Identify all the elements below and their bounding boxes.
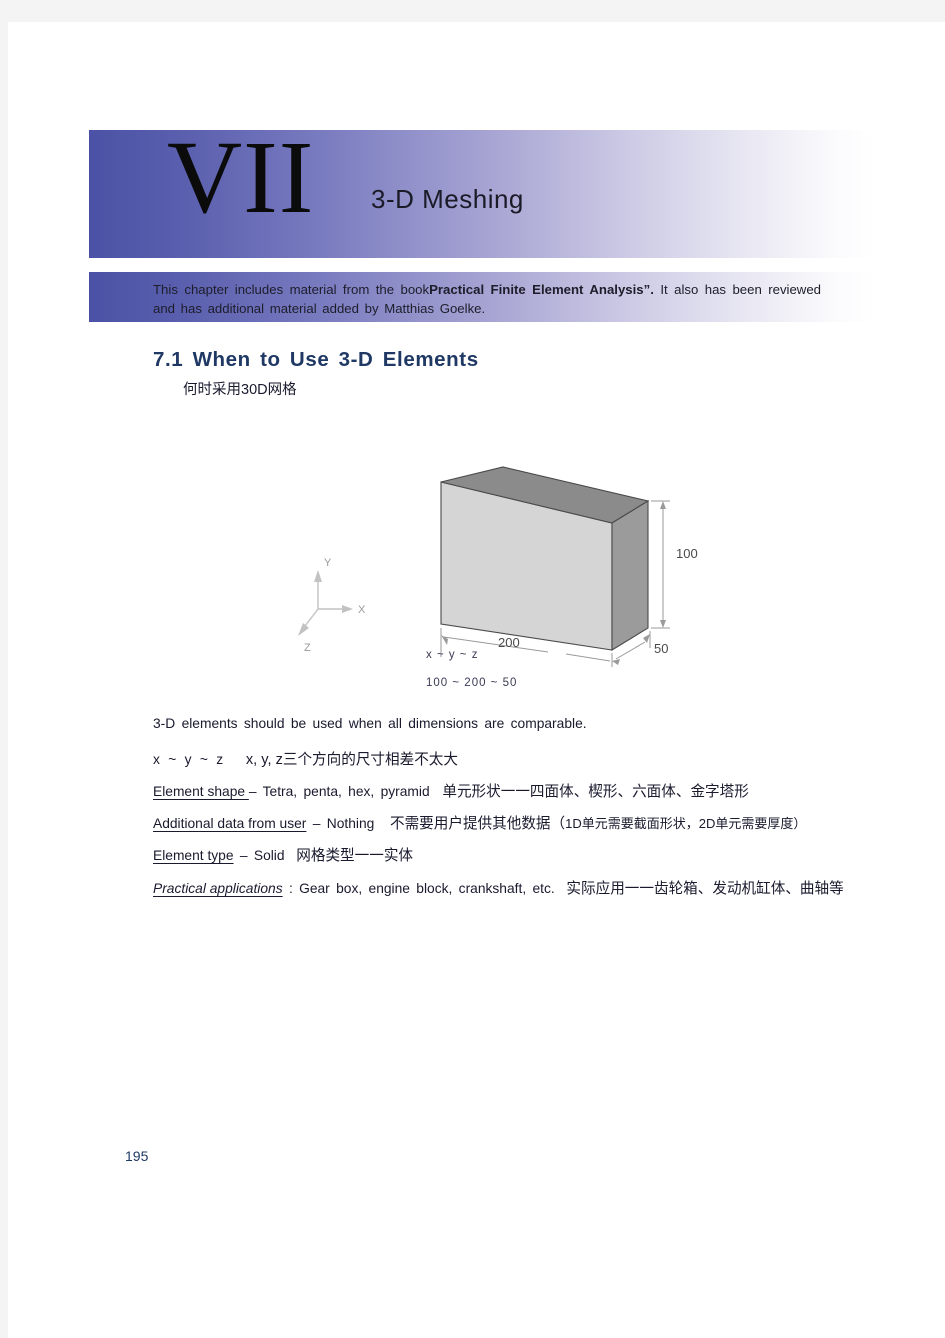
body-line-element-type: Element type – Solid 网格类型一一实体 [153,844,413,865]
figure-ratio-values: 100 ~ 200 ~ 50 [426,677,517,689]
3d-box-svg: 100 200 50 Y X Z x ~ y ~ z 100 ~ 200 ~ 5… [298,466,698,689]
body-additional-data-eng: – Nothing [306,816,375,831]
body-line-element-shape: Element shape – Tetra, penta, hex, pyram… [153,780,749,801]
dimension-depth-label: 50 [654,641,668,656]
axis-label-z: Z [304,642,311,654]
axis-label-x: X [358,604,366,616]
body-additional-data-cn-2d: 2D单元需要厚度） [698,816,807,831]
coordinate-axis-triad [298,570,353,636]
term-practical-applications: Practical applications [153,881,283,896]
body-ratio-eng: x ~ y ~ z [153,752,225,767]
term-additional-data: Additional data from user [153,816,307,831]
axis-label-y: Y [324,557,332,569]
term-element-type: Element type [153,848,234,863]
body-element-shape-cn: 单元形状一一四面体、楔形、六面体、金字塔形 [442,784,749,800]
chapter-banner: VII 3-D Meshing [89,126,875,258]
credit-prefix: This chapter includes material from the … [153,282,430,297]
chapter-numeral: VII [167,120,315,235]
chapter-credit-band: This chapter includes material from the … [89,272,875,322]
section-heading: 7.1 When to Use 3-D Elements [153,348,479,371]
credit-book-title: Practical Finite Element Analysis”. [429,282,654,297]
body-intro-text: 3-D elements should be used when all dim… [153,716,587,731]
body-element-shape-eng: – Tetra, penta, hex, pyramid [248,784,430,799]
body-practical-applications-eng: : Gear box, engine block, crankshaft, et… [282,881,555,896]
body-additional-data-cn-1d: 1D单元需要截面形状， [565,816,699,831]
figure-ratio-label: x ~ y ~ z [426,649,478,661]
body-element-type-cn: 网格类型一一实体 [296,848,414,864]
chapter-title: 3-D Meshing [371,184,524,214]
body-line-ratio: x ~ y ~ z x, y, z三个方向的尺寸相差不太大 [153,748,458,769]
page-number: 195 [125,1148,149,1164]
chapter-credit-text: This chapter includes material from the … [153,280,821,318]
document-page: VII 3-D Meshing This chapter includes ma… [8,22,945,1338]
body-line-practical-applications: Practical applications : Gear box, engin… [153,877,844,898]
body-additional-data-cn: 不需要用户提供其他数据（ [389,816,566,832]
box-side-face [611,500,649,651]
body-line-intro: 3-D elements should be used when all dim… [153,716,587,731]
figure-3d-box: 100 200 50 Y X Z x ~ y ~ z 100 ~ 200 ~ 5… [298,452,698,702]
body-line-additional-data: Additional data from user – Nothing 不需要用… [153,812,806,833]
dimension-width-label: 200 [498,635,520,650]
dimension-height [651,500,670,629]
section-heading-translation: 何时采用30D网格 [183,382,297,398]
dimension-height-label: 100 [676,546,698,561]
body-ratio-cn: x, y, z三个方向的尺寸相差不太大 [245,752,458,768]
body-element-type-eng: – Solid [233,848,285,863]
body-practical-applications-cn: 实际应用一一齿轮箱、发动机缸体、曲轴等 [566,881,844,897]
term-element-shape: Element shape [153,784,249,799]
